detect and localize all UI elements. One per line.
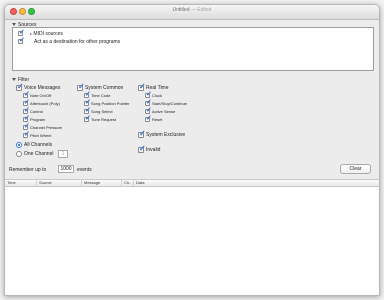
disclosure-triangle-icon[interactable] (12, 23, 16, 27)
window-edited-state: — Edited (190, 7, 212, 13)
source-item-midi-sources[interactable]: ▸ MIDI sources (30, 31, 63, 37)
note-on-off-label: Note On/Off (30, 93, 52, 98)
column-divider[interactable] (81, 180, 82, 186)
system-exclusive-checkbox[interactable]: ✓ (138, 129, 146, 138)
sources-list[interactable]: ✓ ▸ MIDI sources ✓ Act as a destination … (12, 27, 374, 71)
checkmark-icon: ✓ (85, 91, 91, 98)
pitch-wheel-checkbox[interactable]: ✓ (23, 131, 30, 138)
checkmark-icon: ✓ (19, 29, 25, 36)
aftertouch-poly-checkbox[interactable]: ✓ (23, 99, 30, 106)
tune-request-checkbox[interactable]: ✓ (84, 115, 91, 122)
system-exclusive-label: System Exclusive (146, 132, 186, 138)
channel-number-field[interactable]: 1 (58, 150, 68, 158)
app-window: Untitled — Edited Sources ✓ ▸ MIDI sourc… (4, 4, 380, 296)
column-header-source[interactable]: Source (39, 180, 52, 186)
checkmark-icon: ✓ (146, 115, 152, 122)
control-checkbox[interactable]: ✓ (23, 107, 30, 114)
start-stop-continue-checkbox[interactable]: ✓ (145, 99, 152, 106)
song-position-pointer-label: Song Position Pointer (91, 101, 130, 106)
checkmark-icon: ✓ (17, 82, 24, 91)
tune-request-label: Tune Request (91, 117, 116, 122)
song-select-checkbox[interactable]: ✓ (84, 107, 91, 114)
time-code-label: Time Code (91, 93, 111, 98)
song-select-label: Song Select (91, 109, 113, 114)
checkmark-icon: ✓ (24, 123, 30, 130)
all-channels-label: All Channels (24, 142, 53, 148)
control-label: Control (30, 109, 43, 114)
checkmark-icon: ✓ (139, 144, 146, 153)
window-title: Untitled — Edited (5, 7, 379, 13)
checkmark-icon: ✓ (139, 129, 146, 138)
expand-triangle-icon[interactable]: ▸ (30, 31, 32, 36)
checkmark-icon: ✓ (85, 99, 91, 106)
column-divider[interactable] (36, 180, 37, 186)
disclosure-triangle-icon[interactable] (12, 78, 16, 82)
checkmark-icon: ✓ (85, 115, 91, 122)
events-table-header: Time Source Message Ch... Data (5, 180, 379, 187)
checkmark-icon: ✓ (78, 82, 85, 91)
voice-messages-checkbox[interactable]: ✓ (16, 82, 24, 91)
column-header-time[interactable]: Time (7, 180, 16, 186)
start-stop-continue-label: Start/Stop/Continue (152, 101, 187, 106)
checkmark-icon: ✓ (139, 82, 146, 91)
remember-suffix: events (77, 167, 92, 173)
source-item-destination[interactable]: Act as a destination for other programs (34, 39, 120, 45)
program-label: Program (30, 117, 46, 122)
system-common-checkbox[interactable]: ✓ (77, 82, 85, 91)
song-position-pointer-checkbox[interactable]: ✓ (84, 99, 91, 106)
column-divider[interactable] (121, 180, 122, 186)
column-header-channel[interactable]: Ch... (124, 180, 132, 186)
active-sense-label: Active Sense (152, 109, 176, 114)
checkmark-icon: ✓ (146, 91, 152, 98)
time-code-checkbox[interactable]: ✓ (84, 91, 91, 98)
column-header-message[interactable]: Message (84, 180, 100, 186)
title-bar[interactable]: Untitled — Edited (5, 5, 379, 20)
pitch-wheel-label: Pitch Wheel (30, 133, 52, 138)
checkmark-icon: ✓ (24, 99, 30, 106)
active-sense-checkbox[interactable]: ✓ (145, 107, 152, 114)
events-table[interactable]: Time Source Message Ch... Data (5, 179, 379, 295)
one-channel-radio[interactable] (16, 151, 22, 157)
channel-pressure-label: Channel Pressure (30, 125, 63, 130)
column-divider[interactable] (133, 180, 134, 186)
clear-button[interactable]: Clear (340, 164, 371, 174)
checkmark-icon: ✓ (24, 91, 30, 98)
checkmark-icon: ✓ (146, 107, 152, 114)
invalid-checkbox[interactable]: ✓ (138, 144, 146, 153)
aftertouch-poly-label: Aftertouch (Poly) (30, 101, 60, 106)
source-checkbox-midi-sources[interactable]: ✓ (18, 29, 25, 36)
checkmark-icon: ✓ (24, 107, 30, 114)
clock-checkbox[interactable]: ✓ (145, 91, 152, 98)
real-time-checkbox[interactable]: ✓ (138, 82, 146, 91)
window-title-text: Untitled (172, 7, 190, 13)
invalid-label: Invalid (146, 147, 161, 153)
one-channel-label: One Channel (24, 151, 54, 157)
checkmark-icon: ✓ (24, 131, 30, 138)
all-channels-radio[interactable] (16, 142, 22, 148)
source-label: MIDI sources (33, 31, 63, 37)
reset-checkbox[interactable]: ✓ (145, 115, 152, 122)
note-on-off-checkbox[interactable]: ✓ (23, 91, 30, 98)
remember-count-field[interactable]: 1000 (58, 165, 74, 173)
checkmark-icon: ✓ (19, 37, 25, 44)
checkmark-icon: ✓ (146, 99, 152, 106)
remember-prefix: Remember up to (9, 167, 47, 173)
checkmark-icon: ✓ (24, 115, 30, 122)
program-checkbox[interactable]: ✓ (23, 115, 30, 122)
clock-label: Clock (152, 93, 163, 98)
source-checkbox-destination[interactable]: ✓ (18, 37, 25, 44)
column-header-data[interactable]: Data (136, 180, 144, 186)
reset-label: Reset (152, 117, 163, 122)
channel-pressure-checkbox[interactable]: ✓ (23, 123, 30, 130)
checkmark-icon: ✓ (85, 107, 91, 114)
